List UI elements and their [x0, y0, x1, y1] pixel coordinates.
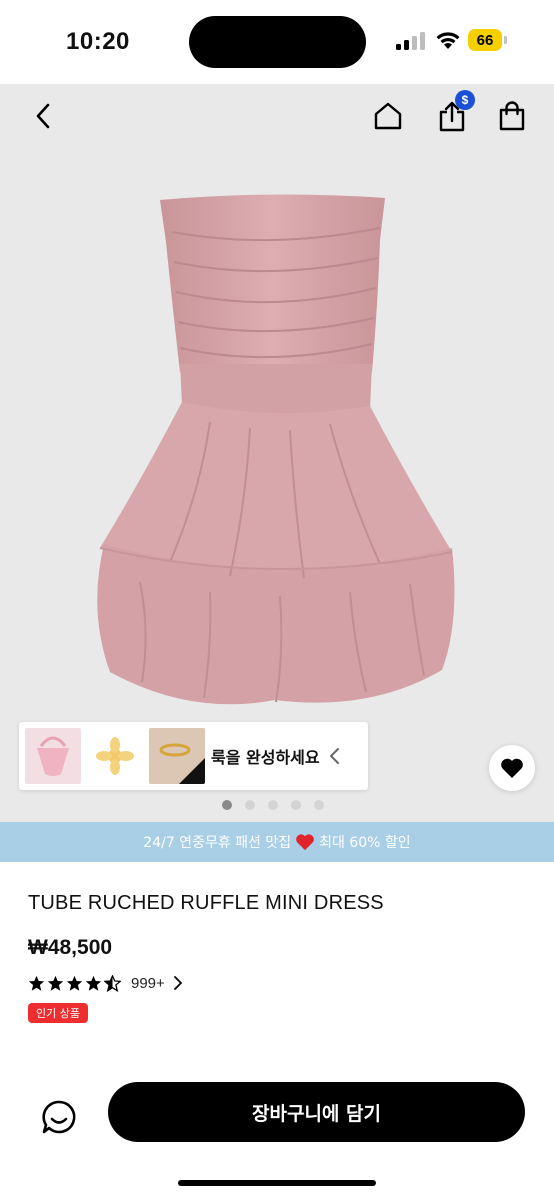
chevron-left-icon — [36, 103, 50, 129]
wishlist-button[interactable] — [489, 745, 535, 791]
dynamic-island — [189, 16, 366, 68]
battery-cap — [504, 36, 507, 44]
star-full-icon — [28, 975, 45, 991]
complete-the-look-carousel[interactable]: 룩을 완성하세요 — [19, 722, 368, 790]
popular-product-badge: 인기 상품 — [28, 1003, 88, 1023]
heart-icon — [501, 758, 523, 778]
add-to-cart-button[interactable]: 장바구니에 담기 — [108, 1082, 525, 1142]
home-icon — [374, 102, 402, 130]
complete-the-look-label: 룩을 완성하세요 — [211, 748, 320, 767]
battery-indicator: 66 — [468, 29, 508, 51]
gallery-dot[interactable] — [222, 800, 232, 810]
cellular-signal-icon — [396, 32, 425, 50]
shopping-bag-icon — [499, 101, 525, 131]
star-half-icon — [104, 974, 121, 992]
promo-banner[interactable]: 24/7 연중무휴 패션 맛집 최대 60% 할인 — [0, 822, 554, 862]
share-reward-badge: $ — [455, 90, 475, 110]
product-photo-dress — [97, 194, 455, 705]
status-time: 10:20 — [66, 28, 130, 55]
gallery-dot[interactable] — [314, 800, 324, 810]
pink-bag-image — [37, 736, 69, 776]
gold-flower-hairclip-image — [96, 737, 134, 775]
promo-text-lead: 24/7 연중무휴 패션 맛집 — [143, 835, 292, 851]
wifi-icon — [436, 32, 460, 49]
star-full-icon — [66, 975, 83, 991]
bottom-action-bar: 장바구니에 담기 — [0, 1064, 554, 1200]
status-bar: 10:20 66 — [0, 0, 554, 84]
home-indicator — [178, 1180, 376, 1186]
look-thumbnail-bag[interactable] — [25, 728, 81, 784]
star-full-icon — [47, 975, 64, 991]
red-heart-icon — [296, 834, 314, 851]
look-thumbnail-arm-cuff[interactable] — [149, 728, 205, 784]
review-count[interactable]: 999+ — [131, 975, 165, 992]
look-thumbnail-hairclip[interactable] — [87, 728, 143, 784]
rating-row[interactable]: 999+ — [28, 972, 183, 994]
gallery-dot[interactable] — [268, 800, 278, 810]
home-button[interactable] — [368, 96, 408, 136]
product-price: ₩48,500 — [28, 936, 113, 959]
gold-arm-cuff-image — [149, 728, 205, 784]
chevron-left-icon[interactable] — [328, 746, 342, 766]
battery-level: 66 — [468, 29, 502, 51]
star-rating — [28, 974, 121, 992]
chevron-right-icon[interactable] — [173, 976, 183, 990]
product-title: TUBE RUCHED RUFFLE MINI DRESS — [28, 892, 384, 914]
gallery-dot[interactable] — [291, 800, 301, 810]
star-full-icon — [85, 975, 102, 991]
product-image-gallery[interactable]: $ 룩을 완성하세요 — [0, 84, 554, 822]
shopping-bag-button[interactable] — [492, 96, 532, 136]
back-button[interactable] — [24, 96, 64, 136]
chat-icon — [42, 1100, 76, 1134]
gallery-dot[interactable] — [245, 800, 255, 810]
gallery-pagination — [222, 800, 324, 810]
promo-text-discount: 최대 60% 할인 — [319, 835, 411, 851]
chat-button[interactable] — [36, 1094, 82, 1140]
